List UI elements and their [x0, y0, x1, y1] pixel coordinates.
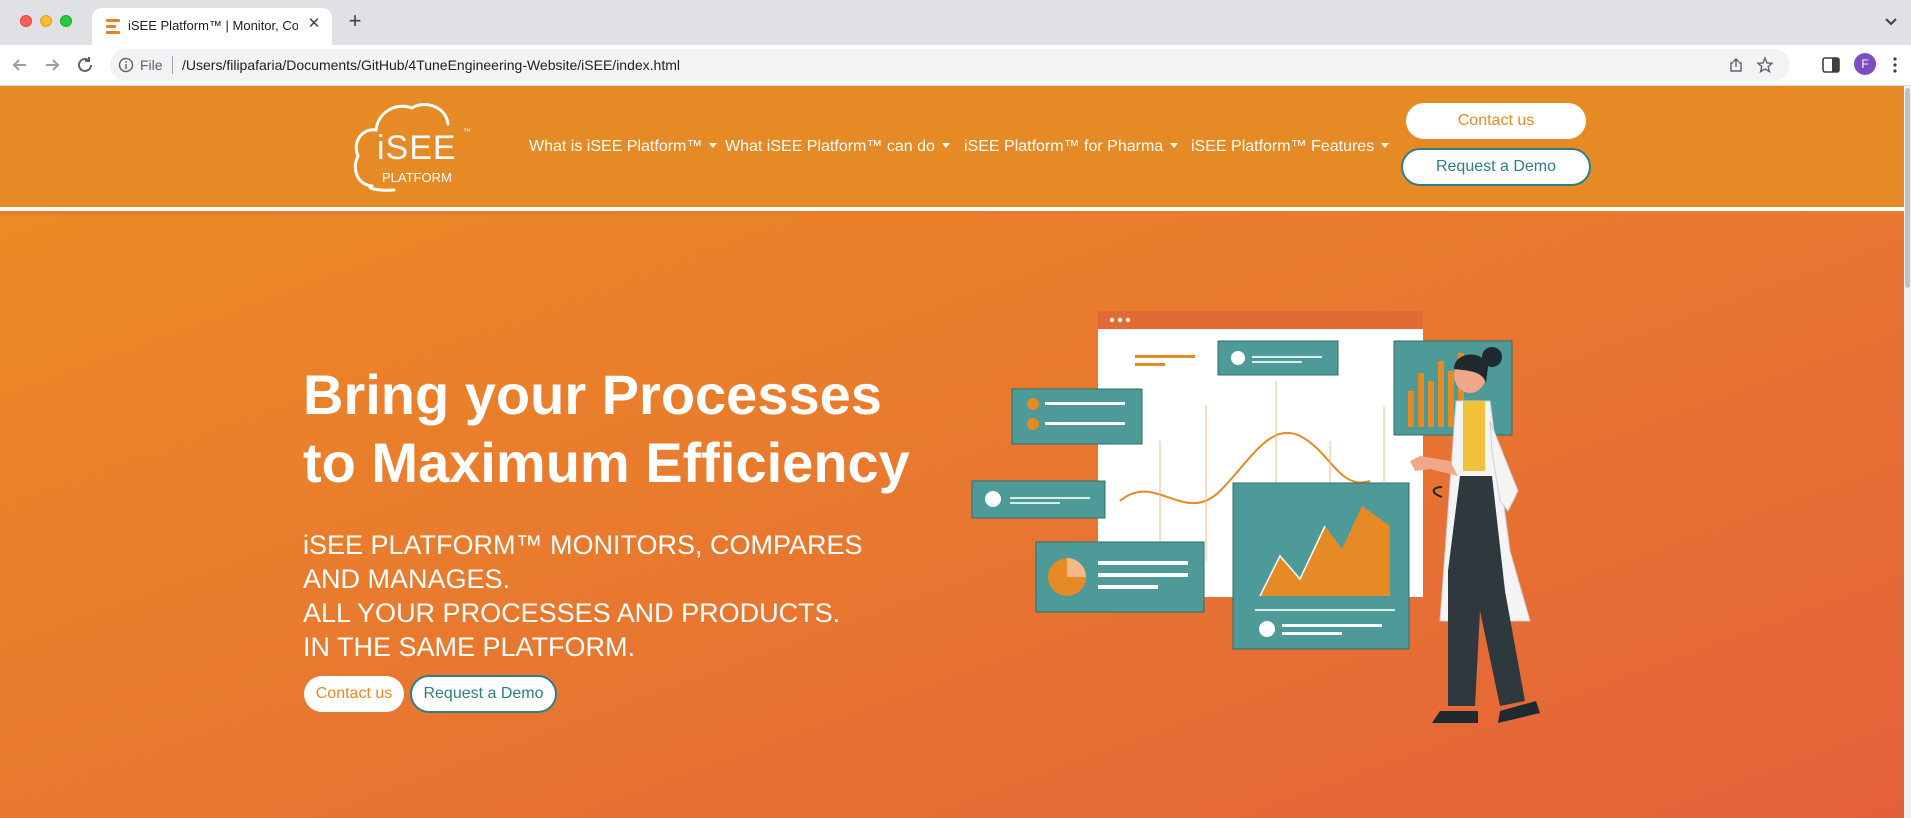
close-icon[interactable]: ✕: [306, 16, 322, 32]
browser-toolbar: File /Users/filipafaria/Documents/GitHub…: [0, 45, 1911, 86]
card-top: [1217, 340, 1339, 376]
share-icon[interactable]: [1728, 57, 1744, 73]
info-icon[interactable]: [118, 57, 134, 73]
tab-favicon-icon: [106, 19, 120, 35]
side-panel-icon[interactable]: [1822, 57, 1840, 73]
plus-icon[interactable]: +: [345, 10, 365, 32]
dashboard-illustration: [971, 311, 1540, 723]
window-minimize-button[interactable]: [40, 15, 52, 27]
nav-isee-for-pharma[interactable]: iSEE Platform™ for Pharma: [964, 138, 1179, 156]
hero-title: Bring your Processes to Maximum Efficien…: [303, 363, 910, 494]
card-legend: [1011, 388, 1143, 445]
url-scheme-label: File: [140, 57, 163, 73]
profile-avatar[interactable]: F: [1854, 53, 1876, 75]
browser-tab-strip: iSEE Platform™ | Monitor, Compare ✕ +: [0, 0, 1911, 45]
svg-text:PLATFORM: PLATFORM: [382, 170, 452, 185]
page-scrollbar[interactable]: [1904, 86, 1911, 818]
card-pie: [1035, 541, 1205, 613]
window-close-button[interactable]: [20, 15, 32, 27]
browser-tab[interactable]: iSEE Platform™ | Monitor, Compare ✕: [92, 8, 332, 45]
reload-icon[interactable]: [74, 54, 96, 76]
card-check: [971, 480, 1106, 519]
header-contact-button[interactable]: Contact us: [1406, 103, 1586, 139]
card-area-chart: [1232, 482, 1410, 650]
svg-text:™: ™: [463, 127, 471, 136]
chevron-down-icon: [1170, 143, 1179, 148]
nav-what-is-isee[interactable]: What is iSEE Platform™: [529, 138, 718, 156]
svg-text:iSEE: iSEE: [377, 129, 457, 167]
tab-title: iSEE Platform™ | Monitor, Compare: [128, 18, 298, 33]
hero-section: Bring your Processes to Maximum Efficien…: [0, 215, 1904, 818]
back-icon[interactable]: [9, 54, 31, 76]
window-zoom-button[interactable]: [60, 15, 72, 27]
site-header: iSEE PLATFORM ™ What is iSEE Platform™ W…: [0, 86, 1904, 211]
chevron-down-icon: [709, 143, 718, 148]
chevron-down-icon: [1381, 143, 1390, 148]
hero-demo-button[interactable]: Request a Demo: [410, 675, 557, 713]
page-viewport: iSEE PLATFORM ™ What is iSEE Platform™ W…: [0, 86, 1911, 818]
hero-contact-button[interactable]: Contact us: [304, 676, 404, 712]
nav-isee-features[interactable]: iSEE Platform™ Features: [1191, 138, 1390, 156]
hero-subtitle: iSEE PLATFORM™ MONITORS, COMPARES AND MA…: [303, 530, 863, 662]
chevron-down-icon: [941, 143, 950, 148]
chevron-down-icon[interactable]: [1883, 13, 1899, 29]
scrollbar-thumb[interactable]: [1905, 88, 1910, 288]
kebab-menu-icon[interactable]: [1892, 56, 1898, 74]
star-icon[interactable]: [1756, 56, 1774, 74]
nav-what-isee-can-do[interactable]: What iSEE Platform™ can do: [725, 138, 950, 156]
url-separator: [172, 56, 173, 74]
header-demo-button[interactable]: Request a Demo: [1401, 148, 1591, 186]
forward-icon[interactable]: [41, 54, 63, 76]
address-bar[interactable]: File /Users/filipafaria/Documents/GitHub…: [110, 49, 1790, 81]
isee-logo[interactable]: iSEE PLATFORM ™: [350, 98, 475, 196]
url-text[interactable]: /Users/filipafaria/Documents/GitHub/4Tun…: [182, 57, 680, 73]
